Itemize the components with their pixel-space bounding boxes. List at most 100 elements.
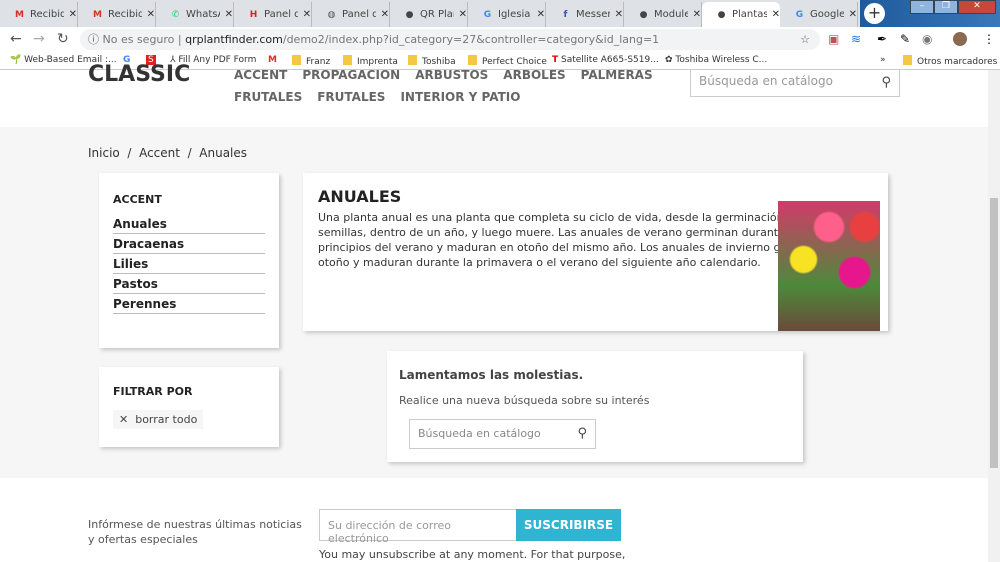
search-icon[interactable]: ⚲	[881, 75, 891, 90]
close-tab-icon[interactable]: ✕	[537, 9, 545, 20]
minimize-button[interactable]: –	[910, 0, 934, 14]
eyedropper-icon[interactable]: ✎	[900, 32, 910, 46]
breadcrumb-item[interactable]: Accent	[139, 146, 180, 160]
search-icon[interactable]: ⚲	[577, 426, 587, 441]
new-tab-button[interactable]: +	[864, 3, 885, 24]
sidebar-title[interactable]: ACCENT	[113, 193, 279, 206]
tab-title: Iglesia d	[498, 9, 532, 20]
close-tab-icon[interactable]: ✕	[69, 9, 77, 20]
avatar[interactable]	[953, 32, 967, 46]
close-window-button[interactable]: ✕	[958, 0, 996, 14]
close-icon: ✕	[119, 413, 129, 426]
tab-title: Recibidos	[108, 9, 142, 20]
tab-10[interactable]: G Google ✕	[780, 2, 858, 27]
close-tab-icon[interactable]: ✕	[381, 9, 389, 20]
forward-icon[interactable]: →	[33, 31, 45, 47]
menu-item[interactable]: INTERIOR Y PATIO	[400, 90, 520, 104]
subscribe-button[interactable]: SUSCRIBIRSE	[516, 509, 621, 541]
close-tab-icon[interactable]: ✕	[225, 9, 233, 20]
menu-item[interactable]: PROPAGACION	[302, 68, 400, 82]
gmail-bookmark-icon[interactable]: M	[268, 55, 277, 65]
menu-item[interactable]: ARBUSTOS	[415, 68, 488, 82]
h-icon: H	[249, 9, 258, 20]
tab-title: Panel de	[342, 9, 376, 20]
reload-icon[interactable]: ↻	[57, 31, 69, 47]
pdf-extension-icon[interactable]: ▣	[828, 32, 839, 46]
tab-title: Messen	[576, 9, 610, 20]
sidebar-item-perennes[interactable]: Perennes	[113, 294, 265, 314]
menu-icon[interactable]: ⋮	[983, 32, 995, 46]
description-line: otoño y maduran durante la primavera o e…	[318, 256, 761, 269]
bookmark-4[interactable]: Toshiba	[408, 55, 456, 67]
sidebar-item-anuales[interactable]: Anuales	[113, 214, 265, 234]
bookmark-3[interactable]: Imprenta	[343, 55, 398, 67]
menu-item[interactable]: PALMERAS	[581, 68, 653, 82]
bookmark-5[interactable]: Perfect Choice	[468, 55, 547, 67]
header-search-input[interactable]: Búsqueda en catálogo ⚲	[690, 70, 900, 97]
bookmark-7[interactable]: ✿ Toshiba Wireless C...	[665, 55, 767, 65]
menu-item[interactable]: ARBOLES	[503, 68, 565, 82]
tab-6[interactable]: G Iglesia d ✕	[468, 2, 546, 27]
tab-3[interactable]: H Panel de ✕	[234, 2, 312, 27]
scrollbar-thumb[interactable]	[990, 198, 998, 468]
bookmark-2[interactable]: Franz	[292, 55, 330, 67]
maximize-button[interactable]: ❐	[934, 0, 958, 14]
close-tab-icon[interactable]: ✕	[303, 9, 311, 20]
tab-8[interactable]: ● Module ✕	[624, 2, 702, 27]
gmail-icon: M	[93, 9, 102, 20]
star-icon[interactable]: ☆	[800, 29, 810, 50]
clear-all-filters-button[interactable]: ✕ borrar todo	[113, 410, 204, 429]
waves-extension-icon[interactable]: ≋	[851, 32, 861, 46]
tab-5[interactable]: ● QR Plan ✕	[390, 2, 468, 27]
scrollbar[interactable]	[988, 70, 1000, 562]
no-results-text: Realice una nueva búsqueda sobre su inte…	[399, 394, 650, 407]
close-tab-icon[interactable]: ✕	[693, 9, 701, 20]
tab-title: Recibidos	[30, 9, 64, 20]
sidebar-item-pastos[interactable]: Pastos	[113, 274, 265, 294]
prestashop-icon: ●	[717, 9, 726, 20]
menu-item[interactable]: ACCENT	[234, 68, 287, 82]
tab-2[interactable]: ✆ WhatsApp ✕	[156, 2, 234, 27]
logo[interactable]: CLASSIC	[88, 62, 190, 87]
category-image	[778, 201, 880, 331]
no-results-title: Lamentamos las molestias.	[399, 368, 584, 382]
category-sidebar: ACCENT Anuales Dracaenas Lilies Pastos P…	[99, 173, 279, 348]
sidebar-item-lilies[interactable]: Lilies	[113, 254, 265, 274]
menu-item[interactable]: FRUTALES	[317, 90, 385, 104]
back-icon[interactable]: ←	[10, 31, 22, 47]
close-tab-icon[interactable]: ✕	[849, 9, 857, 20]
tab-0[interactable]: M Recibidos ✕	[0, 2, 78, 27]
catalog-search-input[interactable]: Búsqueda en catálogo ⚲	[409, 419, 596, 449]
globe-icon: ◍	[327, 9, 336, 20]
bookmark-6[interactable]: T Satellite A665-S519...	[552, 55, 659, 65]
main-menu-row-2: FRUTALES FRUTALES INTERIOR Y PATIO	[234, 90, 535, 104]
info-icon[interactable]: ⓘ	[88, 33, 99, 46]
url-path: /demo2/index.php?id_category=27&controll…	[282, 33, 660, 46]
tab-7[interactable]: f Messen ✕	[546, 2, 624, 27]
url-bar[interactable]: ⓘ No es seguro | qrplantfinder.com/demo2…	[80, 29, 820, 50]
close-tab-icon[interactable]: ✕	[772, 9, 780, 20]
tab-title: WhatsApp	[186, 9, 220, 20]
extension-icon[interactable]: ◉	[922, 32, 932, 46]
close-tab-icon[interactable]: ✕	[147, 9, 155, 20]
menu-item[interactable]: FRUTALES	[234, 90, 302, 104]
breadcrumb-item[interactable]: Inicio	[88, 146, 120, 160]
more-bookmarks-icon[interactable]: »	[880, 55, 886, 65]
tab-9[interactable]: ● Plantas ✕	[702, 2, 780, 27]
other-bookmarks[interactable]: Otros marcadores	[903, 55, 997, 67]
url-domain: qrplantfinder.com	[185, 33, 283, 46]
google-translate-icon: G	[795, 9, 804, 20]
prestashop-icon: ●	[405, 9, 414, 20]
tab-4[interactable]: ◍ Panel de ✕	[312, 2, 390, 27]
prestashop-icon: ●	[639, 9, 648, 20]
tab-title: Plantas	[732, 9, 767, 20]
whatsapp-icon: ✆	[171, 9, 180, 20]
eyedropper-extension-icon[interactable]: ✒	[877, 32, 887, 46]
close-tab-icon[interactable]: ✕	[615, 9, 623, 20]
unsubscribe-note: You may unsubscribe at any moment. For t…	[319, 548, 626, 561]
tab-title: Google	[810, 9, 844, 20]
sidebar-item-dracaenas[interactable]: Dracaenas	[113, 234, 265, 254]
close-tab-icon[interactable]: ✕	[459, 9, 467, 20]
tab-1[interactable]: M Recibidos ✕	[78, 2, 156, 27]
newsletter-email-input[interactable]: Su dirección de correo electrónico	[319, 509, 517, 545]
